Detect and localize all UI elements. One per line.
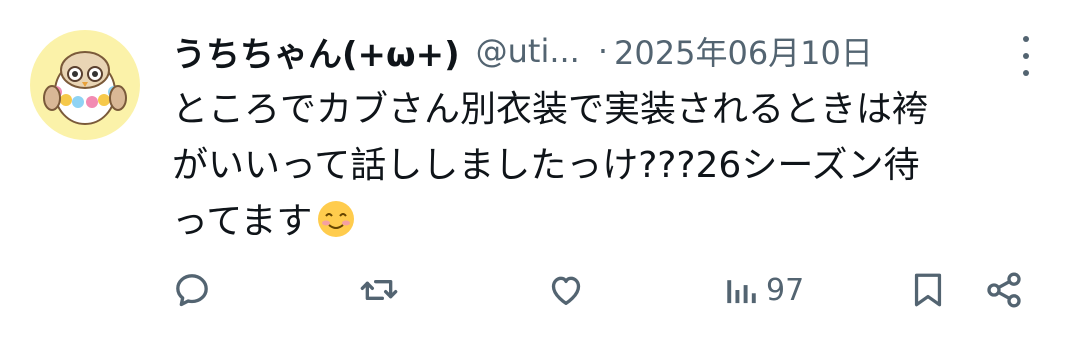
views-count: 97 — [766, 272, 805, 308]
more-dot — [1023, 36, 1029, 42]
post-card[interactable]: うちちゃん(+ω+) @uti... · 2025年06月10日 ところでカブさ… — [0, 0, 1079, 342]
post-text-line: ところでカブさん別衣装で実装されるときは袴 — [172, 89, 929, 130]
more-dot — [1023, 70, 1029, 76]
user-handle[interactable]: @uti... — [476, 32, 580, 70]
share-button[interactable] — [984, 262, 1024, 318]
post-text-line-content: ってます — [172, 201, 313, 242]
action-bar: 97 — [172, 262, 1039, 318]
repost-icon — [360, 280, 398, 300]
repost-button[interactable] — [358, 262, 400, 318]
more-options-icon[interactable] — [1021, 36, 1031, 76]
views-button[interactable]: 97 — [724, 262, 804, 318]
like-button[interactable] — [546, 262, 586, 318]
reply-button[interactable] — [172, 262, 212, 318]
header-separator: · — [597, 32, 609, 70]
bookmark-icon — [914, 273, 942, 307]
smiling-face-emoji-icon — [316, 199, 356, 256]
post-date[interactable]: 2025年06月10日 — [614, 28, 873, 74]
post-text: ところでカブさん別衣装で実装されるときは袴 がいいって話ししましたっけ???26… — [172, 82, 1052, 256]
bookmark-button[interactable] — [910, 262, 946, 318]
heart-icon — [551, 276, 581, 305]
display-name[interactable]: うちちゃん(+ω+) — [172, 27, 460, 76]
avatar[interactable] — [30, 30, 140, 140]
views-icon — [727, 280, 756, 304]
post-text-line: がいいって話ししましたっけ???26シーズン待 — [172, 145, 920, 186]
more-dot — [1023, 53, 1029, 59]
post-text-line: ってます — [172, 194, 1052, 256]
post-header: うちちゃん(+ω+) @uti... · 2025年06月10日 — [172, 26, 1029, 76]
owl-avatar-icon — [43, 51, 127, 125]
reply-icon — [176, 274, 208, 307]
share-icon — [987, 272, 1021, 308]
